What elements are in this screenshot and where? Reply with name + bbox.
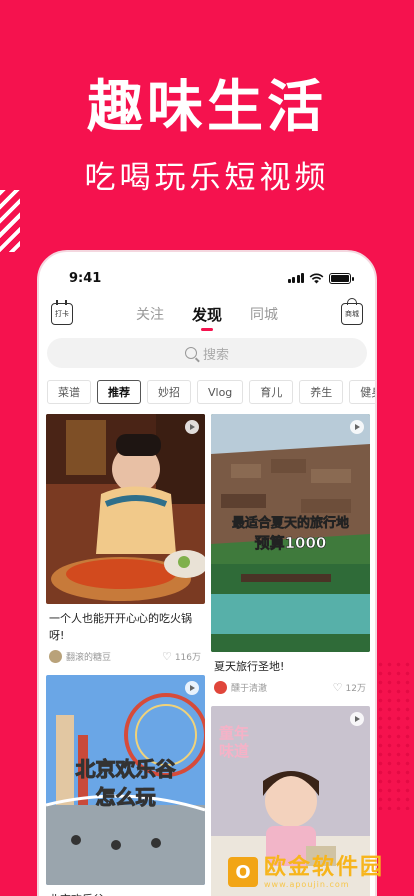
search-icon xyxy=(184,347,197,359)
watermark-logo: O xyxy=(228,857,258,887)
category-chip-fitness[interactable]: 健身 xyxy=(349,380,375,404)
phone-frame: 9:41 打卡 关注 发现 同城 商城 搜索 菜谱 推荐 妙招 Vlog 育儿 … xyxy=(37,250,377,896)
like-count: 12万 xyxy=(345,684,366,694)
like-button[interactable]: ♡ 12万 xyxy=(333,681,366,694)
watermark-url: www.apoujin.com xyxy=(264,879,350,889)
checkin-calendar-icon[interactable]: 打卡 xyxy=(51,300,73,325)
status-icons xyxy=(287,272,354,284)
battery-icon xyxy=(329,272,354,284)
overlay-subtitle: 预算1000 xyxy=(254,534,327,553)
card-title: 北京欢乐谷 xyxy=(46,885,205,896)
overlay-title: 最适合夏天的旅行地 xyxy=(231,516,350,532)
heart-icon: ♡ xyxy=(332,681,343,694)
video-play-icon xyxy=(185,681,199,695)
card-title: 夏天旅行圣地! xyxy=(214,660,285,673)
feed-card[interactable]: 北京欢乐谷 怎么玩 北京欢乐谷 xyxy=(46,675,205,896)
mall-bag-icon[interactable]: 商城 xyxy=(340,298,363,325)
category-chip-vlog[interactable]: Vlog xyxy=(197,380,244,404)
video-play-icon xyxy=(350,420,364,434)
site-watermark: O 欧金软件园 www.apoujin.com xyxy=(228,852,408,892)
feed-card[interactable]: 一个人也能开开心心的吃火锅呀! 翻滚的糖豆 ♡ 116万 xyxy=(46,414,205,667)
like-count: 116万 xyxy=(174,653,201,663)
author[interactable]: 翻滚的糖豆 xyxy=(49,650,111,663)
watermark-text: 欧金软件园 www.apoujin.com xyxy=(264,854,385,889)
category-row: 菜谱 推荐 妙招 Vlog 育儿 养生 健身 xyxy=(39,368,375,404)
promo-title: 趣味生活 xyxy=(87,75,327,140)
card-meta: 醺于清澈 ♡ 12万 xyxy=(211,675,370,698)
watermark-main: 欧金软件园 xyxy=(264,854,385,880)
category-chip-recipes[interactable]: 菜谱 xyxy=(47,380,91,404)
author-name: 醺于清澈 xyxy=(231,684,268,694)
mall-label: 商城 xyxy=(344,310,359,318)
category-chip-recommended[interactable]: 推荐 xyxy=(97,380,141,404)
tab-discover[interactable]: 发现 xyxy=(192,304,222,331)
card-meta: 翻滚的糖豆 ♡ 116万 xyxy=(46,644,205,667)
search-placeholder: 搜索 xyxy=(202,347,229,363)
video-play-icon xyxy=(350,712,364,726)
status-time: 9:41 xyxy=(69,270,102,286)
feed-card[interactable]: 最适合夏天的旅行地 预算1000 夏天旅行圣地! 醺于清澈 ♡ 12万 xyxy=(211,414,370,698)
feed-column-left: 一个人也能开开心心的吃火锅呀! 翻滚的糖豆 ♡ 116万 北京欢乐谷 怎么玩 xyxy=(46,414,205,896)
author-name: 翻滚的糖豆 xyxy=(66,653,112,663)
overlay-title: 北京欢乐谷 xyxy=(75,757,176,782)
heart-icon: ♡ xyxy=(161,650,172,663)
top-nav: 打卡 关注 发现 同城 商城 xyxy=(39,294,375,334)
promo-subtitle: 吃喝玩乐短视频 xyxy=(84,160,330,196)
like-button[interactable]: ♡ 116万 xyxy=(162,650,201,663)
video-feed: 一个人也能开开心心的吃火锅呀! 翻滚的糖豆 ♡ 116万 北京欢乐谷 怎么玩 最… xyxy=(39,404,375,896)
nav-tabs: 关注 发现 同城 xyxy=(136,304,278,331)
avatar xyxy=(214,681,227,694)
hotpot-thumbnail xyxy=(46,414,205,604)
overlay-title: 童年味道 xyxy=(219,724,250,760)
travel-thumbnail: 最适合夏天的旅行地 预算1000 xyxy=(211,414,370,652)
search-input[interactable]: 搜索 xyxy=(47,338,367,368)
tab-nearby[interactable]: 同城 xyxy=(250,304,278,325)
tab-following[interactable]: 关注 xyxy=(136,304,164,325)
category-chip-health[interactable]: 养生 xyxy=(299,380,344,404)
category-chip-tips[interactable]: 妙招 xyxy=(147,380,191,404)
amusement-park-thumbnail: 北京欢乐谷 怎么玩 xyxy=(46,675,205,885)
avatar xyxy=(49,650,62,663)
decor-stripes xyxy=(0,190,20,252)
decor-dots xyxy=(376,660,410,810)
checkin-label: 打卡 xyxy=(55,310,69,318)
feed-column-right: 最适合夏天的旅行地 预算1000 夏天旅行圣地! 醺于清澈 ♡ 12万 童年味道 xyxy=(211,414,370,896)
overlay-subtitle: 怎么玩 xyxy=(95,785,156,810)
card-title: 一个人也能开开心心的吃火锅呀! xyxy=(49,612,192,642)
author[interactable]: 醺于清澈 xyxy=(214,681,267,694)
signal-icon xyxy=(287,273,304,283)
status-bar: 9:41 xyxy=(39,252,375,294)
video-play-icon xyxy=(185,420,199,434)
category-chip-parenting[interactable]: 育儿 xyxy=(249,380,294,404)
wifi-icon xyxy=(309,273,324,283)
